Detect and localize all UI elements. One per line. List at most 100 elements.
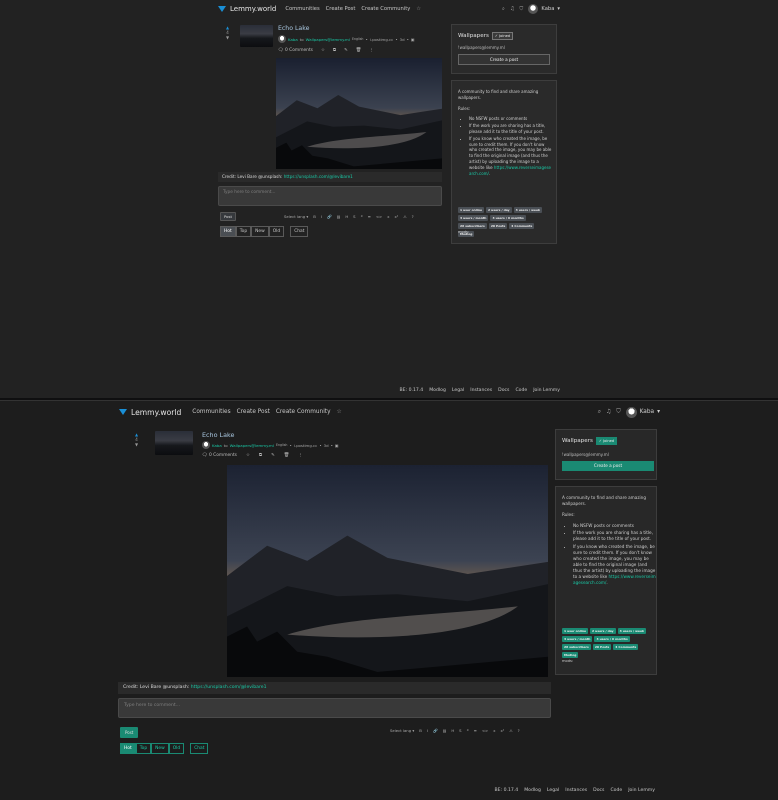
- footer-code[interactable]: Code: [610, 788, 622, 793]
- user-menu[interactable]: Kaba ▾: [625, 406, 660, 418]
- star-icon[interactable]: ☆: [416, 6, 421, 12]
- post-title[interactable]: Echo Lake: [278, 25, 309, 32]
- footer-modlog[interactable]: Modlog: [524, 788, 541, 793]
- help-icon[interactable]: ?: [518, 728, 520, 733]
- bell-icon[interactable]: ♫: [510, 6, 515, 12]
- bell-icon[interactable]: ♫: [606, 409, 611, 415]
- nav-create-community[interactable]: Create Community: [276, 409, 331, 415]
- sort-hot[interactable]: Hot: [120, 743, 136, 754]
- brand-link[interactable]: Lemmy.world: [119, 408, 181, 417]
- nav-create-community[interactable]: Create Community: [361, 6, 410, 12]
- subscript-icon[interactable]: x: [387, 214, 389, 219]
- nav-communities[interactable]: Communities: [285, 6, 319, 12]
- footer-code[interactable]: Code: [515, 388, 527, 393]
- list-icon[interactable]: ≡: [368, 214, 371, 219]
- trash-icon[interactable]: 🗑: [356, 48, 362, 53]
- italic-icon[interactable]: I: [321, 214, 322, 219]
- comment-textarea[interactable]: Type here to comment...: [218, 186, 442, 206]
- strikethrough-icon[interactable]: S: [459, 728, 461, 733]
- footer-docs[interactable]: Docs: [498, 388, 509, 393]
- nav-create-post[interactable]: Create Post: [237, 409, 270, 415]
- link-icon[interactable]: 🔗: [433, 728, 438, 733]
- shield-icon[interactable]: ⛉: [520, 6, 524, 13]
- sort-old[interactable]: Old: [268, 226, 285, 237]
- italic-icon[interactable]: I: [427, 728, 428, 733]
- downvote-icon[interactable]: ▼: [135, 442, 138, 448]
- post-comment-button[interactable]: Post: [120, 727, 139, 738]
- post-image[interactable]: [227, 465, 548, 677]
- sort-hot[interactable]: Hot: [220, 226, 236, 237]
- bold-icon[interactable]: B: [313, 214, 316, 219]
- post-origin[interactable]: i.postimg.cc: [294, 443, 318, 448]
- subscript-icon[interactable]: x: [493, 728, 495, 733]
- select-language[interactable]: Select lang ▾: [390, 728, 414, 733]
- community-name[interactable]: Wallpapers: [458, 33, 489, 39]
- footer-legal[interactable]: Legal: [547, 788, 559, 793]
- create-post-button[interactable]: Create a post: [562, 461, 654, 471]
- edit-icon[interactable]: ✎: [344, 48, 348, 53]
- spoiler-icon[interactable]: ⚠: [509, 728, 512, 733]
- community-link[interactable]: Wallpapers@lemmy.ml: [306, 37, 350, 42]
- sort-new[interactable]: New: [151, 743, 169, 754]
- bold-icon[interactable]: B: [419, 728, 422, 733]
- save-star-icon[interactable]: ☆: [321, 48, 325, 53]
- copy-icon[interactable]: ⧉: [333, 47, 336, 53]
- header-icon[interactable]: H: [345, 214, 348, 219]
- sort-new[interactable]: New: [251, 226, 269, 237]
- superscript-icon[interactable]: x²: [394, 214, 398, 219]
- downvote-icon[interactable]: ▼: [226, 35, 229, 41]
- star-icon[interactable]: ☆: [337, 409, 342, 415]
- image-icon[interactable]: ▨: [443, 728, 447, 733]
- post-origin[interactable]: i.postimg.cc: [370, 37, 394, 42]
- select-language[interactable]: Select lang ▾: [284, 214, 308, 219]
- footer-join[interactable]: Join Lemmy: [533, 388, 560, 393]
- post-thumbnail[interactable]: [240, 25, 273, 47]
- nav-communities[interactable]: Communities: [192, 409, 230, 415]
- image-icon[interactable]: ▨: [337, 214, 341, 219]
- post-thumbnail[interactable]: [155, 431, 193, 455]
- credit-link[interactable]: https://unsplash.com/@levibare1: [191, 685, 267, 690]
- superscript-icon[interactable]: x²: [500, 728, 504, 733]
- community-link[interactable]: Wallpapers@lemmy.ml: [230, 443, 274, 448]
- author-link[interactable]: Kaba: [288, 37, 298, 42]
- more-icon[interactable]: ⋮: [369, 48, 373, 53]
- comments-link[interactable]: 🗨 0 Comments: [202, 453, 237, 458]
- footer-legal[interactable]: Legal: [452, 388, 464, 393]
- community-name[interactable]: Wallpapers: [562, 438, 593, 444]
- chat-view-button[interactable]: Chat: [290, 226, 309, 237]
- sort-old[interactable]: Old: [168, 743, 185, 754]
- search-icon[interactable]: ⌕: [502, 6, 505, 13]
- copy-icon[interactable]: ⧉: [259, 452, 262, 458]
- spoiler-icon[interactable]: ⚠: [403, 214, 406, 219]
- search-icon[interactable]: ⌕: [598, 409, 601, 416]
- shield-icon[interactable]: ⛉: [616, 409, 620, 416]
- footer-instances[interactable]: Instances: [565, 788, 587, 793]
- quote-icon[interactable]: ❝: [467, 728, 469, 733]
- badge-modlog[interactable]: Modlog: [562, 652, 579, 658]
- post-image[interactable]: [276, 58, 442, 169]
- help-icon[interactable]: ?: [412, 214, 414, 219]
- list-icon[interactable]: ≡: [474, 728, 477, 733]
- sort-top[interactable]: Top: [135, 743, 152, 754]
- chat-view-button[interactable]: Chat: [190, 743, 209, 754]
- comments-link[interactable]: 🗨 0 Comments: [278, 48, 313, 53]
- credit-link[interactable]: https://unsplash.com/@levibare1: [284, 174, 353, 179]
- header-icon[interactable]: H: [451, 728, 454, 733]
- sort-top[interactable]: Top: [235, 226, 252, 237]
- view-source-icon[interactable]: ▣: [411, 37, 415, 42]
- user-menu[interactable]: Kaba ▾: [528, 4, 560, 14]
- footer-docs[interactable]: Docs: [593, 788, 604, 793]
- post-title[interactable]: Echo Lake: [202, 431, 234, 439]
- strikethrough-icon[interactable]: S: [353, 214, 355, 219]
- post-comment-button[interactable]: Post: [220, 212, 236, 221]
- joined-button[interactable]: ✓ Joined: [491, 32, 514, 40]
- comment-textarea[interactable]: Type here to comment...: [118, 698, 551, 718]
- code-icon[interactable]: <>: [376, 214, 382, 219]
- trash-icon[interactable]: 🗑: [284, 453, 290, 458]
- save-star-icon[interactable]: ☆: [246, 453, 250, 458]
- link-icon[interactable]: 🔗: [327, 214, 332, 219]
- brand-link[interactable]: Lemmy.world: [218, 5, 276, 13]
- footer-instances[interactable]: Instances: [470, 388, 492, 393]
- author-link[interactable]: Kaba: [212, 443, 222, 448]
- view-source-icon[interactable]: ▣: [335, 443, 339, 448]
